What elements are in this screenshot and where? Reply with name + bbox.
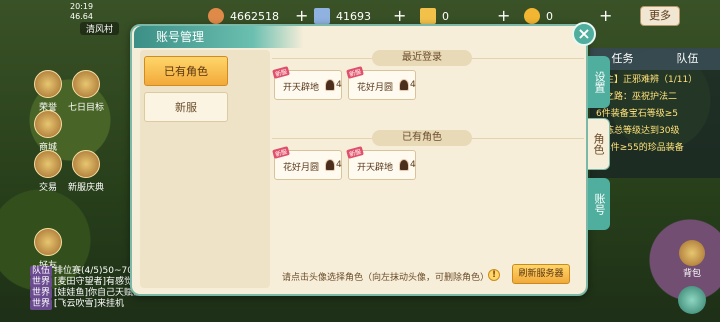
- copper-value: 4662518: [230, 9, 279, 23]
- seven-day-icon: [72, 70, 100, 98]
- dialog-content: 最近登录 新服 开天辟地 4 新服 花好月圆 4 已有角色 新服 花好月圆 4 …: [272, 50, 584, 290]
- copper-coin-icon: [208, 8, 224, 24]
- section-header-recent: 最近登录: [372, 50, 472, 66]
- warning-icon[interactable]: !: [488, 269, 500, 281]
- task-line[interactable]: 6件装备宝石等级≥5: [590, 104, 720, 121]
- ticket-value: 0: [442, 9, 449, 23]
- chat-line: 世界 [飞云吹雪]来挂机: [30, 299, 125, 310]
- more-button[interactable]: 更多: [640, 6, 680, 26]
- tab-team[interactable]: 队伍: [655, 48, 720, 70]
- seven-day-goal-button[interactable]: 七日目标: [68, 70, 104, 113]
- side-tab-settings[interactable]: 设置: [588, 56, 610, 108]
- trade-button[interactable]: 交易: [30, 150, 66, 193]
- dialog-title: 账号管理: [134, 26, 304, 48]
- friends-icon: [34, 228, 62, 256]
- bag-button[interactable]: 背包: [676, 240, 708, 279]
- friends-button[interactable]: 好友: [30, 228, 66, 271]
- settings-gear-icon[interactable]: [678, 286, 706, 314]
- refresh-server-button[interactable]: 刷新服务器: [512, 264, 570, 284]
- account-management-dialog: 账号管理 × 已有角色 新服 最近登录 新服 开天辟地 4 新服 花好月圆 4 …: [130, 22, 610, 296]
- resource-ingot: 0 +: [524, 6, 612, 26]
- role-card[interactable]: 新服 花好月圆 4: [272, 146, 342, 180]
- add-silver-button[interactable]: +: [393, 8, 406, 24]
- bag-icon: [679, 240, 705, 266]
- section-header-existing: 已有角色: [372, 130, 472, 146]
- honor-button[interactable]: 荣誉: [30, 70, 66, 113]
- gold-ticket-icon: [420, 8, 436, 24]
- add-ticket-button[interactable]: +: [497, 8, 510, 24]
- add-copper-button[interactable]: +: [295, 8, 308, 24]
- silver-value: 41693: [336, 9, 371, 23]
- shop-icon: [34, 110, 62, 138]
- new-server-celebration-button[interactable]: 新服庆典: [68, 150, 104, 193]
- trade-icon: [34, 150, 62, 178]
- shop-button[interactable]: 商城: [30, 110, 66, 153]
- role-card[interactable]: 新服 花好月圆 4: [346, 66, 416, 100]
- add-ingot-button[interactable]: +: [599, 8, 612, 24]
- hint-text: 请点击头像选择角色（向左抹动头像，可删除角色）: [282, 273, 490, 283]
- avatar: [399, 159, 409, 171]
- resource-ticket: 0 +: [420, 6, 510, 26]
- resource-silver: 41693 +: [314, 6, 406, 26]
- avatar: [325, 159, 335, 171]
- avatar: [325, 79, 335, 91]
- dialog-left-menu: 已有角色 新服: [140, 50, 270, 288]
- menu-new-server[interactable]: 新服: [144, 92, 228, 122]
- celebration-icon: [72, 150, 100, 178]
- menu-existing-roles[interactable]: 已有角色: [144, 56, 228, 86]
- avatar: [399, 79, 409, 91]
- resource-copper: 4662518 +: [208, 6, 308, 26]
- honor-icon: [34, 70, 62, 98]
- ingot-value: 0: [546, 9, 553, 23]
- side-tab-role[interactable]: 角色: [588, 118, 610, 170]
- role-card[interactable]: 新服 开天辟地 4: [346, 146, 416, 180]
- silver-scroll-icon: [314, 8, 330, 24]
- gold-ingot-icon: [524, 8, 540, 24]
- close-button[interactable]: ×: [572, 22, 596, 46]
- side-tab-account[interactable]: 账号: [588, 178, 610, 230]
- role-card[interactable]: 新服 开天辟地 4: [272, 66, 342, 100]
